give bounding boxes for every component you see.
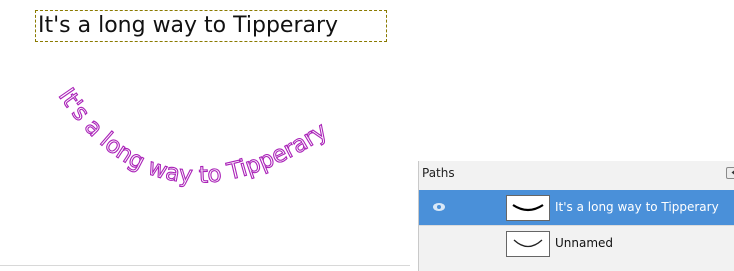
path-item-tipperary[interactable]: It's a long way to Tipperary — [419, 190, 734, 225]
curved-text: It's a long way to Tipperary — [53, 83, 333, 189]
path-item-unnamed[interactable]: Unnamed — [419, 225, 734, 260]
panel-menu-button[interactable] — [726, 167, 734, 179]
paths-panel-title: Paths — [422, 166, 455, 180]
svg-text:It's a long way to Tipperary: It's a long way to Tipperary — [53, 84, 332, 189]
lock-toggle[interactable] — [463, 226, 505, 261]
path-list[interactable]: It's a long way to Tipperary Unnamed — [419, 190, 734, 260]
lock-toggle[interactable] — [463, 190, 505, 225]
path-thumbnail — [506, 231, 550, 257]
path-thumbnail — [506, 195, 550, 221]
visibility-toggle[interactable] — [419, 226, 463, 261]
eye-icon[interactable] — [433, 203, 445, 211]
visibility-toggle[interactable] — [419, 190, 463, 225]
canvas-edge — [0, 265, 410, 266]
path-item-label[interactable]: It's a long way to Tipperary — [555, 200, 719, 214]
paths-panel[interactable]: Paths It's a long way to Tipperary Unnam… — [418, 161, 734, 271]
path-item-label[interactable]: Unnamed — [555, 236, 613, 250]
curved-path-icon — [513, 239, 543, 248]
paths-panel-header: Paths — [419, 161, 734, 189]
curved-text-layer[interactable]: It's a long way to Tipperary — [0, 0, 410, 270]
curved-path-icon — [512, 204, 544, 212]
